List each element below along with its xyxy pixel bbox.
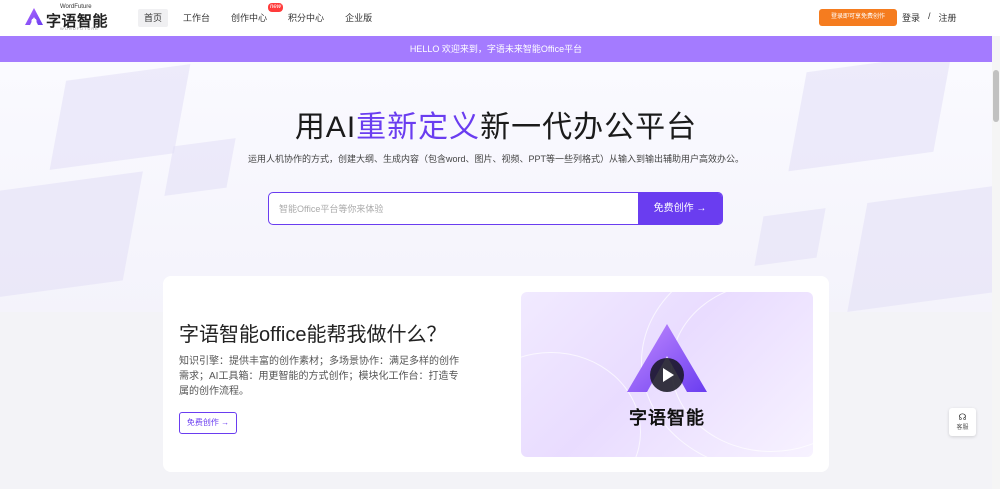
register-link[interactable]: 注册 (939, 11, 957, 24)
hero-title-post: 新一代办公平台 (480, 111, 698, 144)
nav-home[interactable]: 首页 (138, 9, 169, 27)
auth-separator: / (928, 11, 931, 21)
intro-video[interactable]: 字语智能 (521, 292, 813, 457)
main-nav: 首页 工作台 创作中心 new 积分中心 企业版 (138, 3, 387, 27)
hero-decoration (0, 171, 143, 303)
auth-links: 登录 / 注册 (902, 11, 965, 24)
headset-icon: ☊ (958, 412, 967, 422)
feature-free-creation-button[interactable]: 免费创作 → (179, 412, 237, 434)
logo[interactable]: WordFuture 字语智能 WORDFUTURE (24, 4, 124, 32)
hero-title-accent: 重新定义 (356, 111, 481, 144)
logo-mark-icon (25, 8, 43, 25)
login-link[interactable]: 登录 (902, 11, 920, 24)
hero-title: 用AI重新定义新一代办公平台 (0, 102, 992, 146)
feature-card: 字语智能office能帮我做什么？ 知识引擎：提供丰富的创作素材；多场景协作：满… (163, 276, 829, 472)
nav-workbench[interactable]: 工作台 (177, 9, 216, 27)
hero-title-pre: 用AI (294, 111, 357, 144)
nav-enterprise[interactable]: 企业版 (339, 9, 378, 27)
media-brand-name: 字语智能 (629, 408, 705, 428)
free-creation-button[interactable]: 免费创作 → (638, 193, 722, 224)
hero-decoration (847, 182, 992, 312)
nav-creation-center-label: 创作中心 (231, 13, 268, 23)
search-input[interactable] (279, 193, 639, 224)
new-badge: new (268, 3, 284, 12)
nav-creation-center[interactable]: 创作中心 new (225, 3, 284, 27)
hero-section: 用AI重新定义新一代办公平台 运用人机协作的方式，创建大纲、生成内容（包含wor… (0, 62, 992, 312)
welcome-banner: HELLO 欢迎来到，字语未来智能Office平台 (0, 36, 992, 62)
play-icon[interactable] (650, 358, 684, 392)
customer-service-label: 客服 (956, 425, 969, 431)
logo-sub-text: WORDFUTURE (60, 26, 99, 31)
page-scrollbar[interactable] (992, 36, 1000, 489)
search-bar: 免费创作 → (268, 192, 723, 225)
top-header: WordFuture 字语智能 WORDFUTURE 首页 工作台 创作中心 n… (0, 0, 1000, 36)
scrollbar-thumb[interactable] (993, 70, 999, 122)
feature-description: 知识引擎：提供丰富的创作素材；多场景协作：满足多样的创作需求；AI工具箱：用更智… (179, 356, 459, 397)
nav-points-center[interactable]: 积分中心 (282, 9, 330, 27)
hero-decoration (164, 138, 236, 196)
hero-subtitle: 运用人机协作的方式，创建大纲、生成内容（包含word、图片、视频、PPT等一些列… (247, 154, 744, 164)
free-creation-cta-button[interactable]: 登录即可享免费创作 (819, 9, 897, 26)
hero-decoration (754, 208, 826, 266)
customer-service-button[interactable]: ☊ 客服 (949, 408, 976, 436)
feature-title: 字语智能office能帮我做什么？ (179, 324, 447, 346)
